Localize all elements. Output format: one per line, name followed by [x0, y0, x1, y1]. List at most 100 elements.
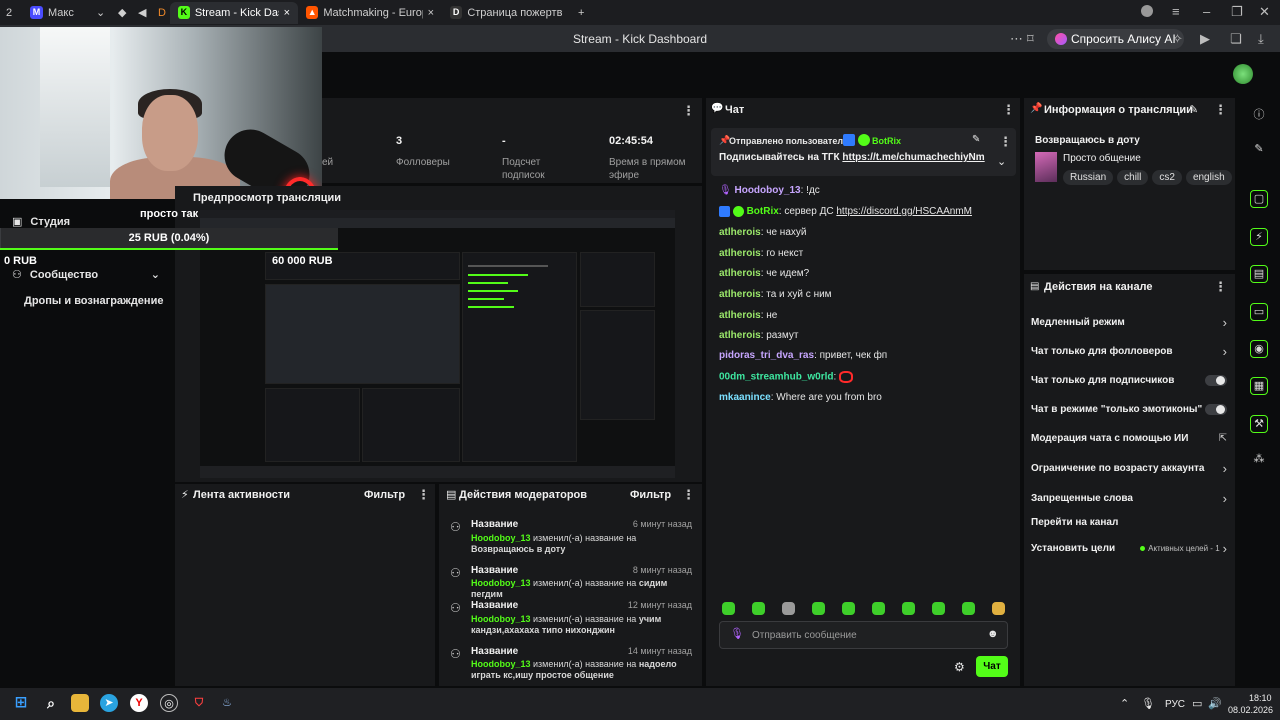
emote-icon[interactable]	[932, 602, 945, 615]
search-icon[interactable]: ⌕	[42, 694, 60, 712]
pinned-link[interactable]: https://t.me/chumachechiyNm	[842, 152, 984, 163]
lightning-icon[interactable]: ⚡	[1250, 228, 1268, 246]
chat-username[interactable]: atlherois	[719, 227, 761, 238]
tab-donation[interactable]: D Страница пожертвования	[442, 2, 570, 24]
share-icon[interactable]: ⁂	[1250, 452, 1268, 470]
broadcast-icon[interactable]: ◉	[1250, 340, 1268, 358]
chat-username[interactable]: pidoras_tri_dva_ras	[719, 350, 814, 361]
chat-username[interactable]: atlherois	[719, 248, 761, 259]
info-icon[interactable]: ⓘ	[1250, 106, 1268, 124]
bookmark-icon[interactable]: ⌑	[1027, 31, 1034, 47]
clock-date[interactable]: 08.02.2026	[1228, 705, 1273, 715]
collections-icon[interactable]: ❏	[1230, 31, 1242, 47]
chat-bubble-icon[interactable]: ▭	[1250, 303, 1268, 321]
emote-icon[interactable]	[722, 602, 735, 615]
category-name[interactable]: Просто общение	[1063, 153, 1141, 164]
diamond-icon[interactable]: ◆	[110, 2, 130, 24]
close-window-icon[interactable]: ✕	[1259, 4, 1270, 20]
action-subscribers-only[interactable]: Чат только для подписчиков	[1031, 375, 1227, 386]
sidebar-item-community[interactable]: ⚇ Сообщество ⌄	[12, 268, 160, 282]
chat-input-placeholder[interactable]: Отправить сообщение	[752, 630, 857, 641]
app-icon[interactable]: ◎	[160, 694, 178, 712]
emote-icon[interactable]	[992, 602, 1005, 615]
action-slow-mode[interactable]: Медленный режим ›	[1031, 315, 1227, 330]
speaker-icon[interactable]: ◀	[130, 2, 150, 24]
edit-icon[interactable]: ✎	[1189, 103, 1198, 116]
chat-send-button[interactable]: Чат	[976, 656, 1008, 677]
media-icon[interactable]: ▶	[1200, 31, 1210, 47]
stats-menu-icon[interactable]: ⋮	[682, 103, 695, 119]
action-emote-only[interactable]: Чат в режиме "только эмотиконы"	[1031, 404, 1227, 415]
new-tab-button[interactable]: +	[570, 2, 592, 24]
sidebar-item-studio[interactable]: ▣ Студия	[12, 215, 70, 229]
pin-button-icon[interactable]: ✎	[972, 134, 980, 145]
download-icon[interactable]: ⤓	[1258, 31, 1264, 47]
close-icon[interactable]: ×	[428, 7, 434, 19]
channel-actions-menu-icon[interactable]: ⋮	[1214, 279, 1227, 295]
telegram-icon[interactable]: ➤	[100, 694, 118, 712]
emoji-icon[interactable]: ☻	[987, 628, 999, 640]
scan-icon[interactable]: ▢	[1250, 190, 1268, 208]
emote-icon[interactable]	[782, 602, 795, 615]
chat-username[interactable]: atlherois	[719, 268, 761, 279]
chat-username[interactable]: atlherois	[719, 289, 761, 300]
stream-preview[interactable]	[200, 210, 675, 478]
ask-alisa-button[interactable]: Спросить Алису AI	[1047, 29, 1184, 49]
action-banned-words[interactable]: Запрещенные слова ›	[1031, 491, 1227, 506]
chat-link[interactable]: https://discord.gg/HSCAAnmM	[836, 206, 972, 217]
minimize-icon[interactable]: –	[1203, 4, 1210, 19]
yandex-browser-icon[interactable]: Y	[130, 694, 148, 712]
action-set-goals[interactable]: Установить цели Активных целей - 1 ›	[1031, 541, 1227, 556]
sidebar-item-drops[interactable]: Дропы и вознаграждение	[24, 295, 163, 307]
mod-user[interactable]: Hoodoboy_13	[471, 578, 531, 588]
action-followers-only[interactable]: Чат только для фолловеров ›	[1031, 344, 1227, 359]
chat-username[interactable]: mkaanince	[719, 392, 771, 403]
chat-username[interactable]: 00dm_streamhub_w0rld	[719, 372, 834, 383]
restore-icon[interactable]: ❐	[1231, 4, 1243, 20]
chat-username[interactable]: BotRix	[747, 206, 779, 217]
tag[interactable]: english	[1185, 170, 1232, 185]
emote-icon[interactable]	[752, 602, 765, 615]
tray-chevron-icon[interactable]: ⌃	[1120, 697, 1129, 710]
avatar[interactable]	[1233, 64, 1253, 84]
mod-filter-button[interactable]: Фильтр	[630, 489, 671, 501]
profile-icon[interactable]	[1141, 5, 1153, 17]
input-language[interactable]: РУС	[1165, 699, 1185, 710]
tray-mic-icon[interactable]: 🎙	[1141, 697, 1155, 710]
chevron-down-icon[interactable]: ⌄	[997, 155, 1006, 168]
tab-maks[interactable]: М Макс	[22, 2, 88, 24]
more-icon[interactable]: ⋯	[1010, 31, 1023, 47]
mod-user[interactable]: Hoodoboy_13	[471, 659, 531, 669]
activity-filter-button[interactable]: Фильтр	[364, 489, 405, 501]
emote-icon[interactable]	[812, 602, 825, 615]
action-account-age[interactable]: Ограничение по возрасту аккаунта ›	[1031, 461, 1227, 476]
mod-user[interactable]: Hoodoboy_13	[471, 614, 531, 624]
file-explorer-icon[interactable]	[71, 694, 89, 712]
emote-icon[interactable]	[872, 602, 885, 615]
edit-icon[interactable]: ✎	[1250, 142, 1268, 160]
activity-menu-icon[interactable]: ⋮	[417, 487, 430, 503]
pinned-menu-icon[interactable]: ⋮	[999, 134, 1012, 150]
steam-icon[interactable]: ♨	[218, 694, 236, 712]
tab-pin-icon[interactable]: D	[150, 2, 170, 24]
windows-start-icon[interactable]: ⊞	[12, 694, 30, 712]
chat-username[interactable]: atlherois	[719, 310, 761, 321]
action-go-to-channel[interactable]: Перейти на канал	[1031, 517, 1227, 528]
tag[interactable]: cs2	[1152, 170, 1182, 185]
emote-icon[interactable]	[842, 602, 855, 615]
tab-kick-dashboard[interactable]: K Stream - Kick Dashboard ×	[170, 1, 298, 24]
network-icon[interactable]: ▭	[1192, 697, 1202, 710]
menu-icon[interactable]: ≡	[1172, 4, 1180, 19]
tag[interactable]: chill	[1117, 170, 1149, 185]
layout-icon[interactable]: ▦	[1250, 377, 1268, 395]
chat-username[interactable]: atlherois	[719, 330, 761, 341]
pinned-user[interactable]: BotRix	[872, 136, 901, 146]
tab-counter[interactable]: 2	[0, 2, 22, 24]
chevron-down-icon[interactable]: ⌄	[88, 2, 110, 24]
wrench-icon[interactable]: ⚒	[1250, 415, 1268, 433]
emote-only-toggle[interactable]	[1205, 404, 1227, 415]
document-icon[interactable]: ▤	[1250, 265, 1268, 283]
stream-info-menu-icon[interactable]: ⋮	[1214, 102, 1227, 118]
emote-icon[interactable]	[902, 602, 915, 615]
mod-user[interactable]: Hoodoboy_13	[471, 533, 531, 543]
